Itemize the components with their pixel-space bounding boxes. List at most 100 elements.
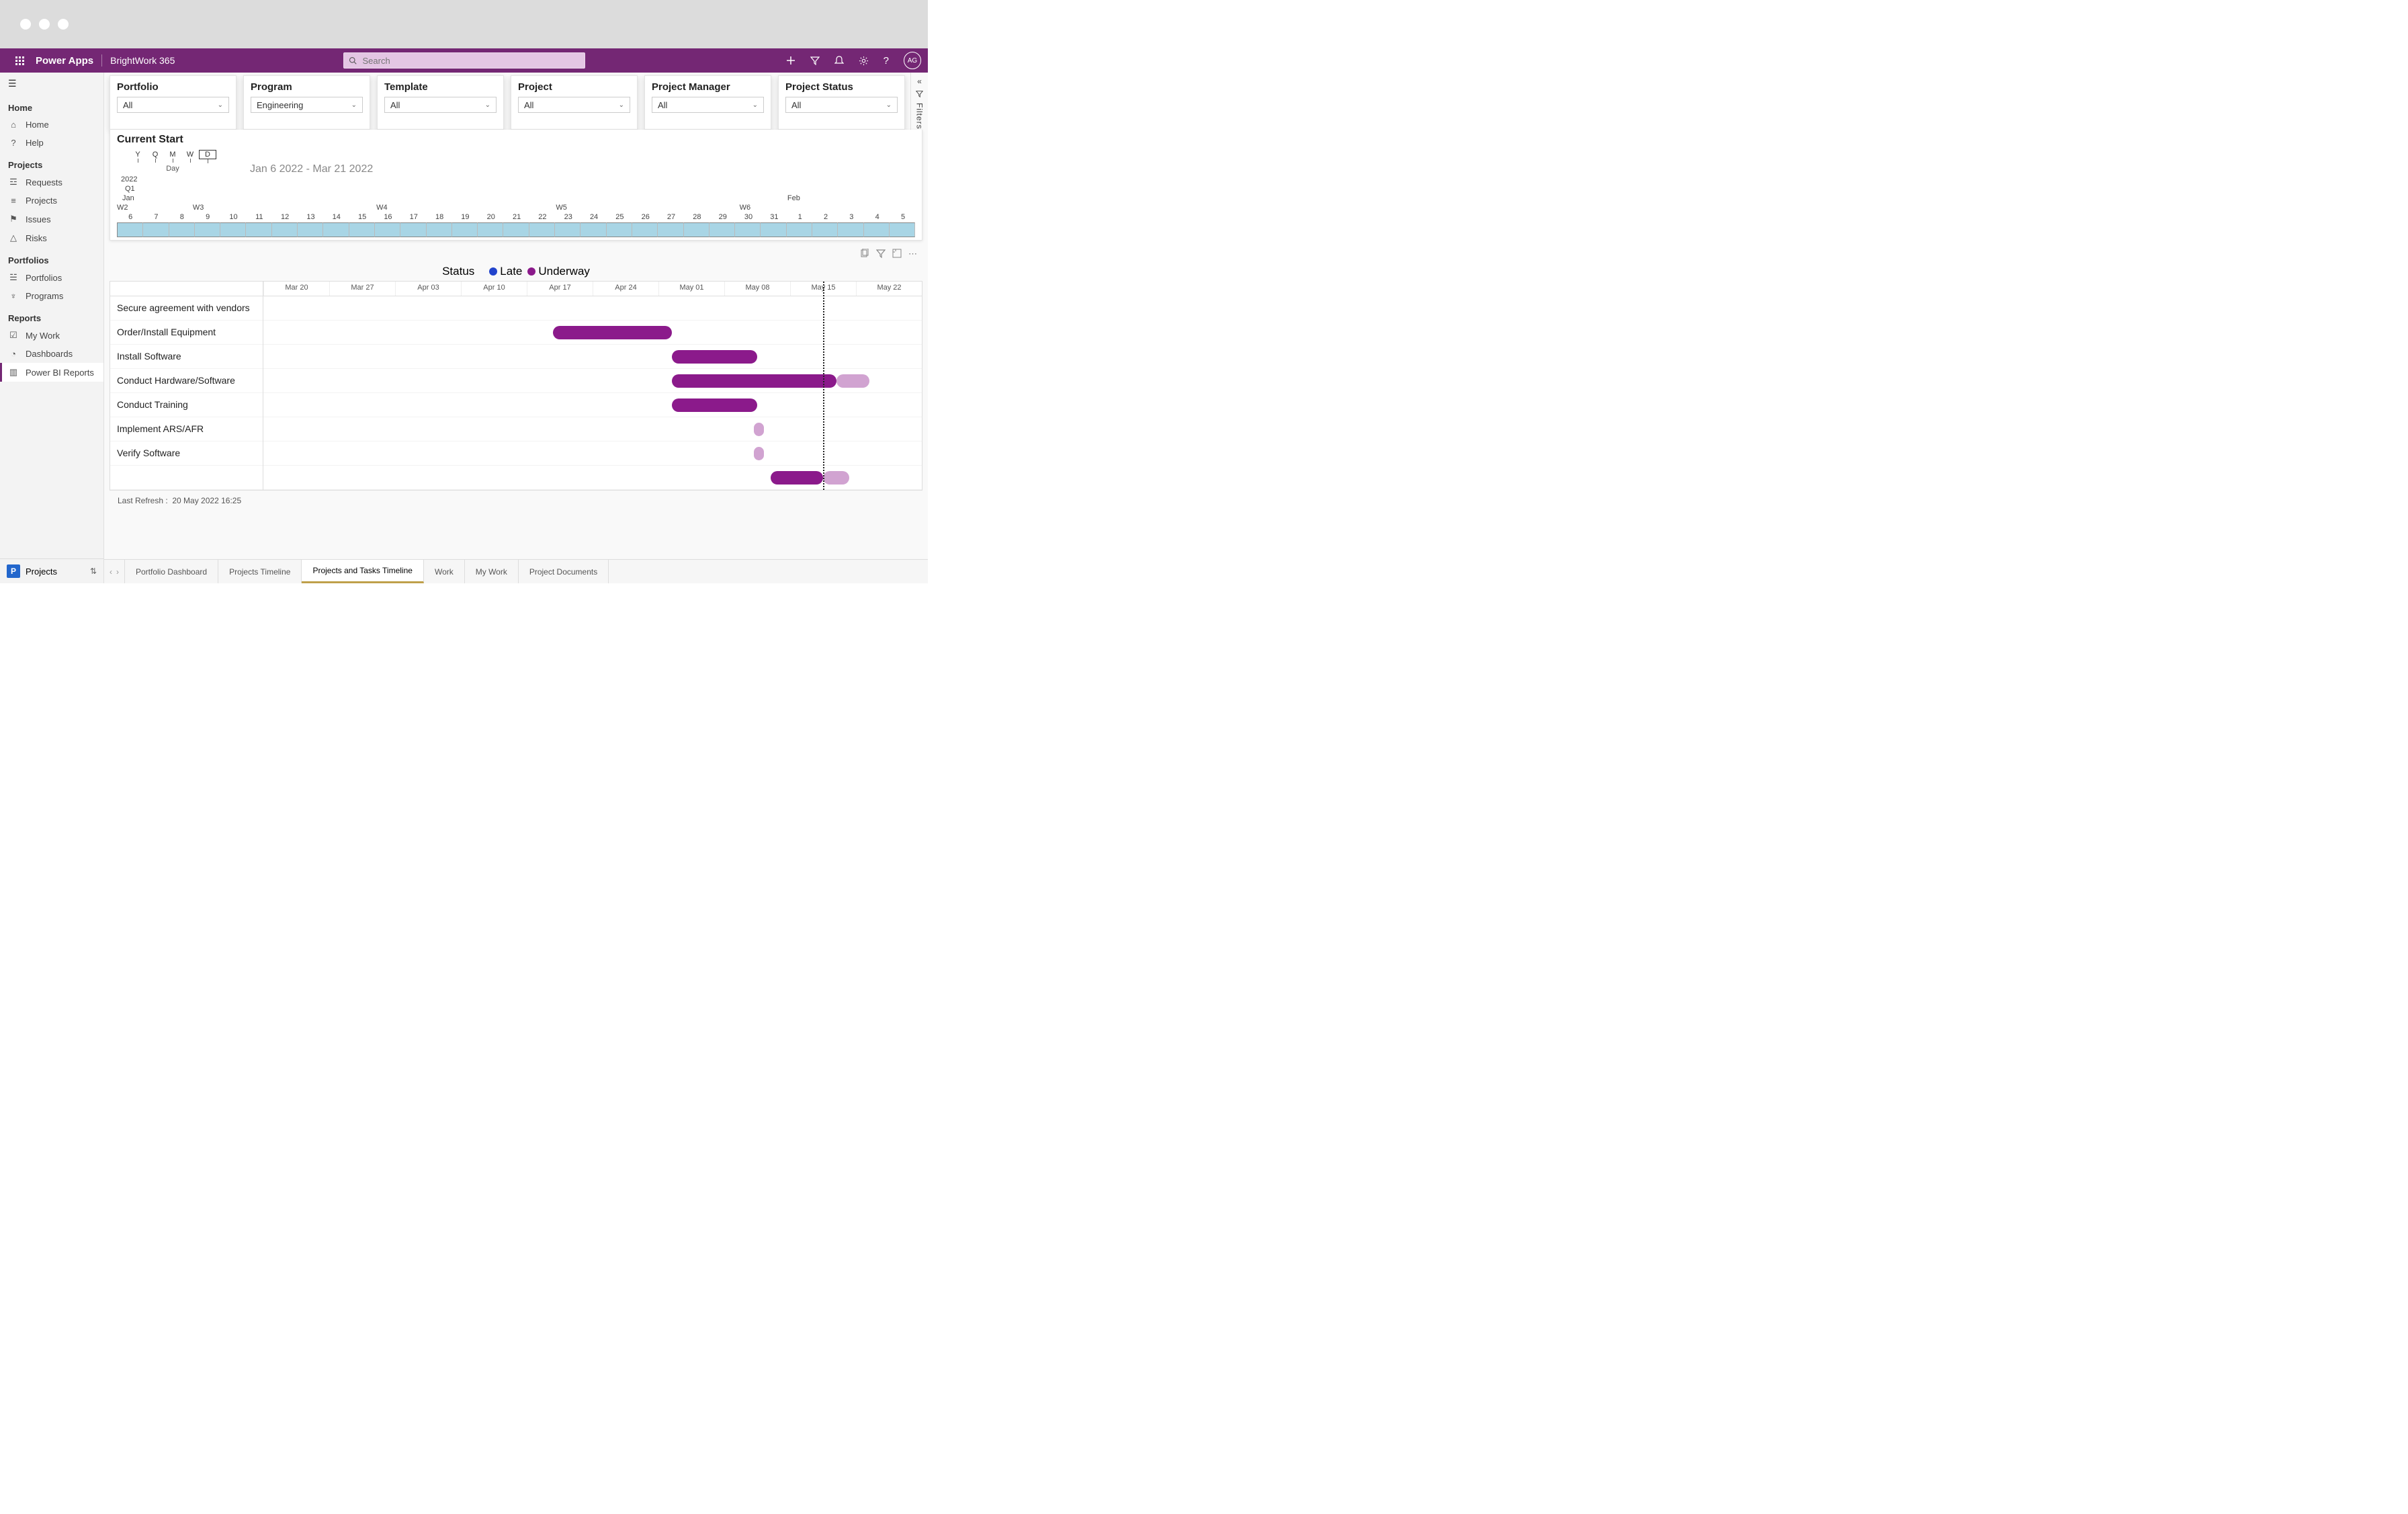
bottom-tab[interactable]: Portfolio Dashboard — [125, 560, 218, 583]
day-cell[interactable] — [735, 222, 761, 237]
day-cell[interactable] — [117, 222, 143, 237]
day-cell[interactable] — [427, 222, 452, 237]
focus-icon[interactable] — [892, 249, 902, 259]
day-cell[interactable] — [375, 222, 400, 237]
day-cell[interactable] — [710, 222, 735, 237]
day-cell[interactable] — [607, 222, 632, 237]
sidebar-footer[interactable]: P Projects ⇅ — [0, 558, 103, 583]
zoom-option[interactable]: Y — [129, 151, 146, 159]
nav-item-dashboards[interactable]: ◔Dashboards — [0, 345, 103, 363]
avatar[interactable]: AG — [904, 52, 921, 69]
nav-item-requests[interactable]: ☲Requests — [0, 173, 103, 192]
filter-icon[interactable] — [810, 56, 820, 65]
filters-collapse[interactable]: « Filters — [910, 73, 928, 130]
add-icon[interactable] — [786, 56, 796, 65]
day-cell[interactable] — [787, 222, 812, 237]
bottom-tab[interactable]: Projects Timeline — [218, 560, 302, 583]
zoom-option[interactable]: W — [181, 151, 199, 159]
gantt-bar[interactable] — [672, 398, 757, 412]
day-label: 11 — [246, 213, 271, 221]
nav-item-pbi[interactable]: ▥Power BI Reports — [0, 363, 103, 382]
day-cell[interactable] — [632, 222, 658, 237]
help-icon[interactable]: ? — [884, 55, 889, 67]
nav-item-programs[interactable]: ♆Programs — [0, 287, 103, 305]
bottom-tab[interactable]: Work — [424, 560, 465, 583]
day-label: 18 — [426, 213, 452, 221]
gantt-bar[interactable] — [672, 374, 836, 388]
filter-select[interactable]: All ⌄ — [652, 97, 764, 113]
nav-item-help[interactable]: ?Help — [0, 134, 103, 152]
legend-title: Status — [442, 265, 474, 278]
day-cell[interactable] — [580, 222, 606, 237]
day-cell[interactable] — [890, 222, 915, 237]
day-cell[interactable] — [323, 222, 349, 237]
day-cell[interactable] — [195, 222, 220, 237]
more-icon[interactable]: ⋯ — [908, 249, 917, 259]
bottom-tab[interactable]: Project Documents — [519, 560, 609, 583]
product-name[interactable]: BrightWork 365 — [110, 55, 175, 66]
filter-select[interactable]: All ⌄ — [117, 97, 229, 113]
day-cell[interactable] — [838, 222, 863, 237]
gantt-bar[interactable] — [553, 326, 671, 339]
day-cell[interactable] — [478, 222, 503, 237]
gear-icon[interactable] — [859, 56, 869, 66]
filter-select[interactable]: All ⌄ — [518, 97, 630, 113]
bottom-tab[interactable]: Projects and Tasks Timeline — [302, 560, 424, 583]
gantt-task-label: Conduct Hardware/Software — [110, 369, 263, 393]
filter-card-portfolio: Portfolio All ⌄ — [110, 75, 236, 130]
gantt-chart: Secure agreement with vendorsOrder/Insta… — [110, 281, 922, 491]
date-band[interactable] — [117, 222, 915, 237]
nav-item-home[interactable]: ⌂Home — [0, 116, 103, 134]
day-cell[interactable] — [812, 222, 838, 237]
filter-title: Project Status — [785, 81, 898, 93]
nav-section-title: Home — [0, 95, 103, 116]
gantt-bar[interactable] — [754, 447, 764, 460]
app-launcher-icon[interactable] — [7, 56, 32, 65]
gantt-bar[interactable] — [771, 471, 823, 485]
chevron-down-icon: ⌄ — [351, 101, 357, 109]
day-cell[interactable] — [684, 222, 710, 237]
gantt-bar[interactable] — [823, 471, 849, 485]
gantt-bar[interactable] — [836, 374, 869, 388]
day-cell[interactable] — [503, 222, 529, 237]
day-cell[interactable] — [246, 222, 271, 237]
hamburger-icon[interactable]: ☰ — [0, 73, 103, 95]
bottom-tab[interactable]: My Work — [465, 560, 519, 583]
bell-icon[interactable] — [834, 56, 844, 65]
tab-prev-icon[interactable]: ‹ — [110, 567, 112, 577]
day-cell[interactable] — [864, 222, 890, 237]
day-cell[interactable] — [298, 222, 323, 237]
copy-icon[interactable] — [860, 249, 869, 259]
filter-title: Project Manager — [652, 81, 764, 93]
day-cell[interactable] — [452, 222, 478, 237]
day-cell[interactable] — [529, 222, 555, 237]
nav-item-risks[interactable]: △Risks — [0, 228, 103, 247]
day-cell[interactable] — [555, 222, 580, 237]
day-cell[interactable] — [143, 222, 169, 237]
tab-next-icon[interactable]: › — [116, 567, 119, 577]
zoom-option[interactable]: D — [199, 150, 216, 159]
zoom-option[interactable]: M — [164, 151, 181, 159]
day-cell[interactable] — [272, 222, 298, 237]
nav-item-projects[interactable]: ≡Projects — [0, 192, 103, 210]
day-cell[interactable] — [169, 222, 195, 237]
day-cell[interactable] — [349, 222, 375, 237]
day-cell[interactable] — [761, 222, 786, 237]
gantt-bar[interactable] — [672, 350, 757, 364]
filter-select[interactable]: Engineering ⌄ — [251, 97, 363, 113]
filter-select[interactable]: All ⌄ — [785, 97, 898, 113]
nav-item-portfolios[interactable]: ☱Portfolios — [0, 268, 103, 287]
day-cell[interactable] — [400, 222, 426, 237]
expand-collapse-icon[interactable]: ⇅ — [90, 566, 97, 576]
zoom-option[interactable]: Q — [146, 151, 164, 159]
filter-icon[interactable] — [876, 249, 886, 259]
filter-select[interactable]: All ⌄ — [384, 97, 497, 113]
filter-title: Portfolio — [117, 81, 229, 93]
nav-item-mywork[interactable]: ☑My Work — [0, 326, 103, 345]
day-cell[interactable] — [220, 222, 246, 237]
search-input[interactable] — [343, 52, 585, 69]
zoom-control[interactable]: YQMWD Day — [129, 147, 216, 175]
gantt-bar[interactable] — [754, 423, 764, 436]
nav-item-issues[interactable]: ⚑Issues — [0, 210, 103, 228]
day-cell[interactable] — [658, 222, 683, 237]
